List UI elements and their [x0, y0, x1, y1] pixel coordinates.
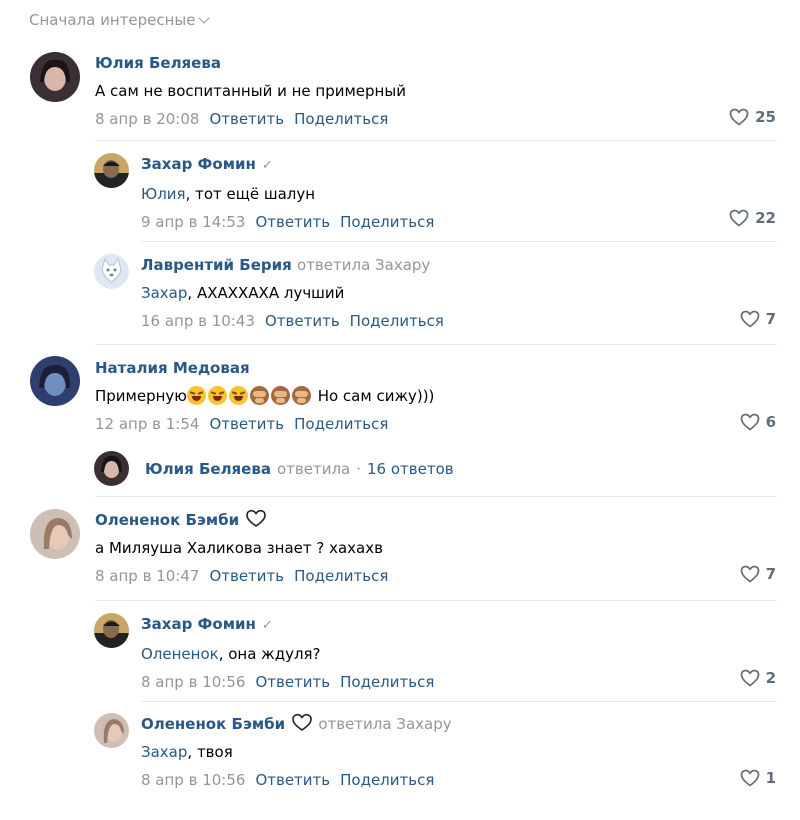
reply-meta[interactable]: ответила Захару	[297, 256, 430, 274]
comment-author: Олененок Бэмби ответила Захару	[141, 713, 452, 734]
comment-text: А сам не воспитанный и не примерный	[95, 82, 406, 100]
author-name[interactable]: Олененок Бэмби	[141, 715, 285, 733]
share-button[interactable]: Поделиться	[350, 312, 444, 330]
avatar	[94, 451, 129, 486]
divider	[95, 140, 777, 141]
divider	[141, 701, 777, 702]
rolling-on-floor-laughing-icon	[186, 386, 206, 405]
share-button[interactable]: Поделиться	[294, 567, 388, 585]
comment-text: Захар, твоя	[141, 743, 233, 761]
comment-author: Олененок Бэмби	[95, 509, 388, 530]
reply-meta[interactable]: ответила Захару	[318, 715, 451, 733]
see-no-evil-monkey-icon	[291, 386, 311, 405]
reply-button[interactable]: Ответить	[265, 312, 340, 330]
see-no-evil-monkey-icon	[249, 386, 269, 405]
thread-author[interactable]: Юлия Беляева	[145, 460, 271, 478]
avatar[interactable]	[30, 509, 80, 559]
comment-author[interactable]: Юлия Беляева	[95, 53, 406, 73]
reply-button[interactable]: Ответить	[209, 567, 284, 585]
divider	[141, 241, 777, 242]
comment-date[interactable]: 8 апр в 20:08	[95, 110, 199, 128]
heart-icon	[729, 209, 749, 227]
mention-link[interactable]: Олененок	[141, 645, 219, 663]
heart-icon	[740, 413, 759, 431]
divider	[95, 344, 777, 345]
like-button[interactable]: 22	[729, 209, 776, 227]
thread-verb: ответила	[276, 459, 351, 478]
comment-text: Примерную Но сам сижу)))	[95, 386, 435, 405]
avatar[interactable]	[94, 153, 129, 188]
like-button[interactable]: 1	[740, 769, 776, 787]
like-count: 2	[765, 669, 776, 687]
avatar[interactable]	[94, 613, 129, 648]
author-name[interactable]: Олененок Бэмби	[95, 511, 239, 529]
sort-label: Сначала интересные	[29, 11, 196, 29]
author-name[interactable]: Захар Фомин	[141, 615, 256, 633]
divider	[95, 600, 777, 601]
like-count: 7	[765, 310, 776, 328]
avatar[interactable]	[94, 254, 129, 289]
heart-icon	[740, 769, 759, 787]
like-count: 6	[765, 413, 776, 431]
comment-date[interactable]: 8 апр в 10:56	[141, 771, 245, 789]
chevron-down-icon	[198, 12, 211, 24]
heart-badge-icon	[292, 713, 312, 731]
like-count: 25	[755, 108, 776, 126]
like-count: 1	[765, 769, 776, 787]
author-name[interactable]: Захар Фомин	[141, 155, 256, 173]
share-button[interactable]: Поделиться	[294, 415, 388, 433]
like-count: 7	[765, 565, 776, 583]
thread-dot: ·	[356, 459, 362, 478]
heart-icon	[729, 108, 749, 126]
comment-date[interactable]: 8 апр в 10:56	[141, 673, 245, 691]
reply-button[interactable]: Ответить	[255, 771, 330, 789]
verified-check-icon: ✓	[261, 618, 273, 633]
comment-text: Олененок, она ждуля?	[141, 645, 321, 663]
comment-date[interactable]: 8 апр в 10:47	[95, 567, 199, 585]
comment-author: Захар Фомин ✓	[141, 614, 434, 636]
comment-author[interactable]: Наталия Медовая	[95, 358, 434, 378]
comment-date[interactable]: 9 апр в 14:53	[141, 213, 245, 231]
author-name[interactable]: Лаврентий Берия	[141, 256, 292, 274]
comment-text: Юлия, тот ещё шалун	[141, 185, 316, 203]
reply-button[interactable]: Ответить	[255, 673, 330, 691]
like-button[interactable]: 2	[740, 669, 776, 687]
mention-link[interactable]: Захар	[141, 284, 187, 302]
sort-dropdown[interactable]: Сначала интересные	[29, 11, 211, 29]
heart-icon	[740, 669, 759, 687]
see-no-evil-monkey-icon	[270, 386, 290, 405]
heart-badge-icon	[246, 509, 266, 527]
reply-button[interactable]: Ответить	[209, 110, 284, 128]
share-button[interactable]: Поделиться	[340, 673, 434, 691]
mention-link[interactable]: Юлия	[141, 185, 186, 203]
mention-link[interactable]: Захар	[141, 743, 187, 761]
comment-date[interactable]: 16 апр в 10:43	[141, 312, 255, 330]
like-button[interactable]: 7	[740, 565, 776, 583]
rolling-on-floor-laughing-icon	[228, 386, 248, 405]
comment-text: Захар, АХАХХАХА лучший	[141, 284, 345, 302]
like-button[interactable]: 6	[740, 413, 776, 431]
verified-check-icon: ✓	[261, 158, 273, 173]
like-button[interactable]: 25	[729, 108, 776, 126]
like-count: 22	[755, 209, 776, 227]
reply-button[interactable]: Ответить	[209, 415, 284, 433]
share-button[interactable]: Поделиться	[340, 213, 434, 231]
comment-text: а Миляуша Халикова знает ? хахахв	[95, 539, 383, 557]
avatar[interactable]	[30, 356, 80, 406]
reply-button[interactable]: Ответить	[255, 213, 330, 231]
avatar[interactable]	[94, 713, 129, 748]
thread-count[interactable]: 16 ответов	[367, 460, 454, 478]
share-button[interactable]: Поделиться	[340, 771, 434, 789]
avatar[interactable]	[30, 52, 80, 102]
heart-icon	[740, 310, 759, 328]
thread-replies-link[interactable]: Юлия Беляева ответила · 16 ответов	[94, 451, 454, 486]
comment-author: Захар Фомин ✓	[141, 154, 434, 176]
divider	[95, 496, 777, 497]
comment-author: Лаврентий Берия ответила Захару	[141, 255, 444, 275]
rolling-on-floor-laughing-icon	[207, 386, 227, 405]
heart-icon	[740, 565, 759, 583]
like-button[interactable]: 7	[740, 310, 776, 328]
comment-date[interactable]: 12 апр в 1:54	[95, 415, 199, 433]
share-button[interactable]: Поделиться	[294, 110, 388, 128]
